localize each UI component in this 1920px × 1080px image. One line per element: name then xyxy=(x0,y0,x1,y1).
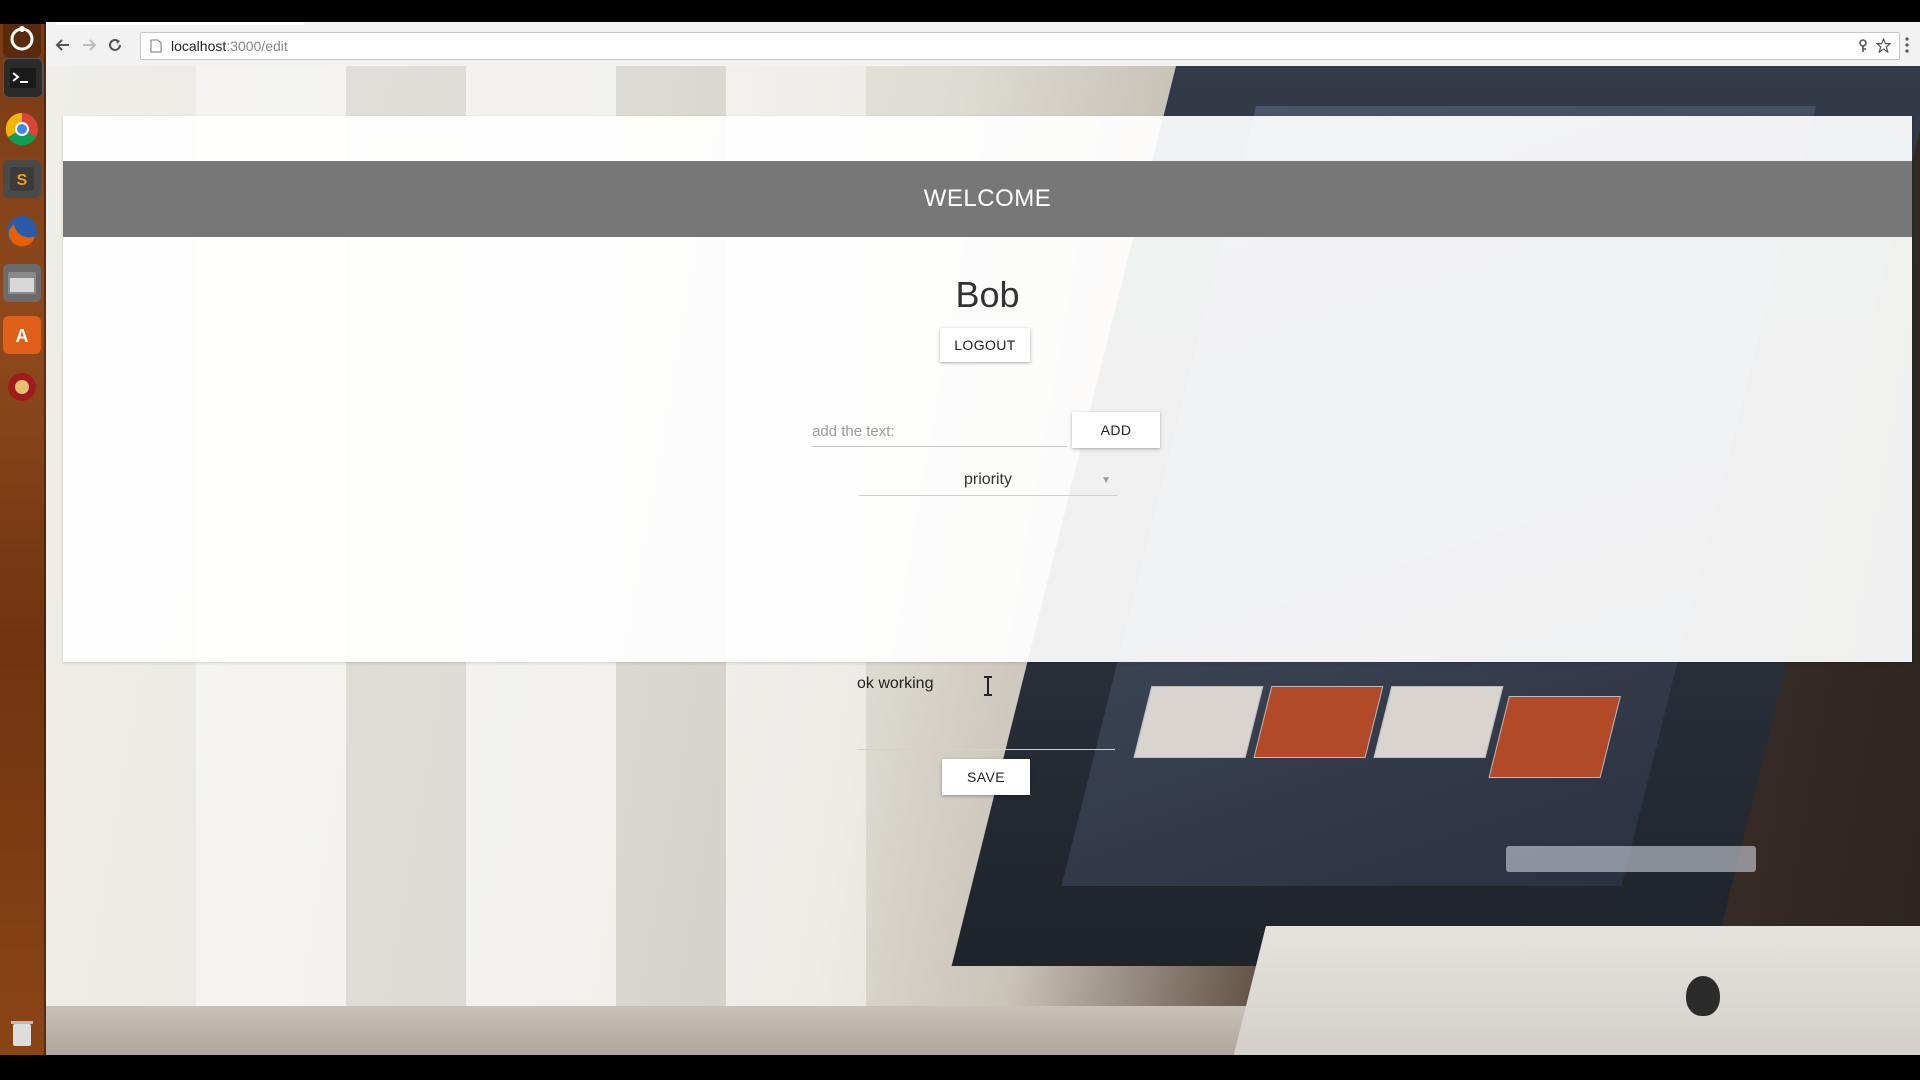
url-host: localhost xyxy=(171,38,227,54)
svg-text:A: A xyxy=(16,326,29,346)
back-arrow-icon xyxy=(55,39,69,51)
firefox-icon[interactable] xyxy=(3,212,41,250)
priority-select[interactable]: priority ▼ xyxy=(859,465,1117,496)
username-heading: Bob xyxy=(955,274,1020,315)
page-icon xyxy=(150,39,162,53)
task-text[interactable]: ok working xyxy=(857,675,933,693)
url-text: localhost:3000/edit xyxy=(171,38,288,54)
save-button[interactable]: SAVE xyxy=(942,759,1030,795)
logout-button[interactable]: LOGOUT xyxy=(940,328,1030,362)
reload-icon xyxy=(109,39,121,51)
browser-toolbar: localhost:3000/edit xyxy=(46,22,1920,67)
sublime-text-icon[interactable]: S xyxy=(3,160,41,198)
task-field-underline xyxy=(857,749,1115,750)
add-button[interactable]: ADD xyxy=(1072,412,1160,448)
main-card: WELCOME Bob LOGOUT ADD priority ▼ xyxy=(63,116,1912,662)
text-cursor-icon xyxy=(984,676,992,696)
menu-button[interactable] xyxy=(1896,34,1918,56)
welcome-title: WELCOME xyxy=(923,185,1052,212)
chevron-down-icon: ▼ xyxy=(1101,475,1111,486)
url-path: :3000/edit xyxy=(226,38,288,54)
forward-arrow-icon xyxy=(83,39,97,51)
reload-button[interactable] xyxy=(104,34,126,56)
bottom-bar xyxy=(0,1055,1920,1080)
priority-select-value: priority xyxy=(963,471,1012,488)
page-viewport: WELCOME Bob LOGOUT ADD priority ▼ ok wor… xyxy=(46,66,1920,1055)
forward-button[interactable] xyxy=(78,34,100,56)
app-icon[interactable] xyxy=(3,368,41,406)
terminal-icon[interactable] xyxy=(3,58,43,98)
apple-logo xyxy=(1686,976,1720,1016)
kebab-menu-icon xyxy=(1905,37,1909,53)
address-bar[interactable]: localhost:3000/edit xyxy=(140,32,1900,60)
key-icon[interactable] xyxy=(1857,39,1869,53)
back-button[interactable] xyxy=(52,34,74,56)
software-center-icon[interactable]: A xyxy=(3,316,41,354)
add-text-input[interactable] xyxy=(812,416,1067,447)
ubuntu-launcher: S A xyxy=(0,24,46,1055)
background-dock xyxy=(1506,846,1756,872)
svg-text:S: S xyxy=(17,172,28,189)
files-icon[interactable] xyxy=(3,264,41,302)
chrome-icon[interactable] xyxy=(3,110,41,148)
ubuntu-dash-icon[interactable] xyxy=(3,24,41,58)
screen: S A localhost:3000/edit WELCOME Bob LOGO… xyxy=(0,0,1920,1080)
trash-icon[interactable] xyxy=(3,1014,41,1052)
bookmark-star-icon[interactable] xyxy=(1876,38,1891,53)
welcome-header: WELCOME xyxy=(63,161,1912,237)
tab-strip xyxy=(56,22,304,25)
